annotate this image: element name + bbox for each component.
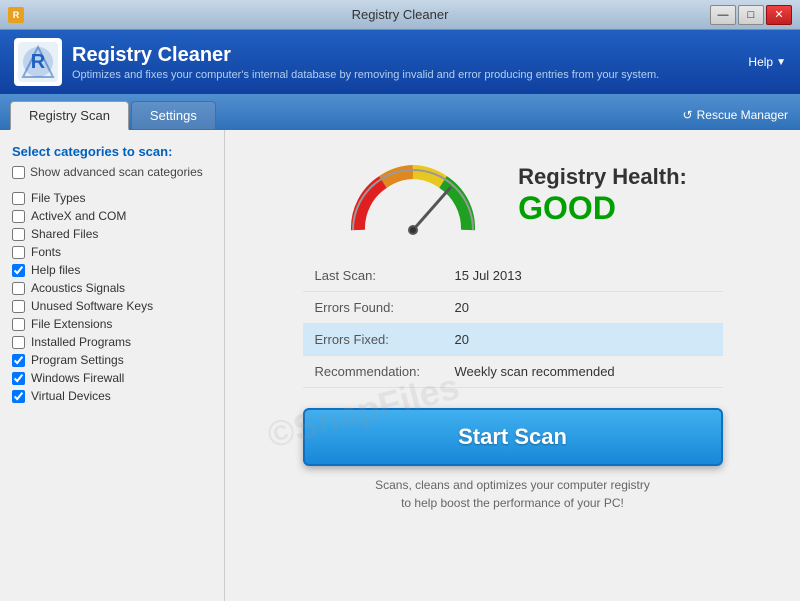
app-icon: R xyxy=(8,7,24,23)
category-item: Program Settings xyxy=(12,351,212,369)
tab-settings[interactable]: Settings xyxy=(131,101,216,130)
svg-text:R: R xyxy=(13,10,20,20)
category-checkbox-10[interactable] xyxy=(12,372,25,385)
category-checkbox-3[interactable] xyxy=(12,246,25,259)
right-panel: ©SnapFiles xyxy=(225,130,800,601)
category-label-11: Virtual Devices xyxy=(31,389,111,403)
panel-title: Select categories to scan: xyxy=(12,144,212,159)
app-header-left: R Registry Cleaner Optimizes and fixes y… xyxy=(14,38,659,86)
info-row-3: Recommendation:Weekly scan recommended xyxy=(303,356,723,388)
window-controls: — □ ✕ xyxy=(710,5,792,25)
category-item: Installed Programs xyxy=(12,333,212,351)
category-item: File Extensions xyxy=(12,315,212,333)
category-label-1: ActiveX and COM xyxy=(31,209,126,223)
show-advanced-label: Show advanced scan categories xyxy=(30,165,203,179)
info-row-0: Last Scan:15 Jul 2013 xyxy=(303,260,723,292)
category-checkbox-11[interactable] xyxy=(12,390,25,403)
left-panel: Select categories to scan: Show advanced… xyxy=(0,130,225,601)
category-label-2: Shared Files xyxy=(31,227,98,241)
gauge-section: Registry Health: GOOD xyxy=(245,150,780,240)
info-row-1: Errors Found:20 xyxy=(303,292,723,324)
category-item: ActiveX and COM xyxy=(12,207,212,225)
category-checkbox-5[interactable] xyxy=(12,282,25,295)
scan-btn-container: Start Scan Scans, cleans and optimizes y… xyxy=(303,408,723,512)
category-item: Fonts xyxy=(12,243,212,261)
category-item: Acoustics Signals xyxy=(12,279,212,297)
show-advanced-checkbox[interactable] xyxy=(12,166,25,179)
rescue-manager-label: Rescue Manager xyxy=(697,108,788,122)
category-list: File Types ActiveX and COM Shared Files Fon… xyxy=(12,189,212,405)
info-label-3: Recommendation: xyxy=(303,356,443,388)
minimize-button[interactable]: — xyxy=(710,5,736,25)
category-item: Windows Firewall xyxy=(12,369,212,387)
category-item: Virtual Devices xyxy=(12,387,212,405)
category-label-5: Acoustics Signals xyxy=(31,281,125,295)
health-label: Registry Health: xyxy=(518,164,687,190)
tab-bar: Registry Scan Settings ↺ Rescue Manager xyxy=(0,94,800,130)
rescue-manager-icon: ↺ xyxy=(683,108,693,122)
health-value: GOOD xyxy=(518,190,687,227)
info-value-3: Weekly scan recommended xyxy=(443,356,723,388)
category-label-8: Installed Programs xyxy=(31,335,131,349)
info-table: Last Scan:15 Jul 2013Errors Found:20Erro… xyxy=(303,260,723,388)
help-label: Help xyxy=(748,55,773,69)
close-button[interactable]: ✕ xyxy=(766,5,792,25)
info-label-0: Last Scan: xyxy=(303,260,443,292)
tab-registry-scan[interactable]: Registry Scan xyxy=(10,101,129,130)
category-label-9: Program Settings xyxy=(31,353,124,367)
info-row-2: Errors Fixed:20 xyxy=(303,324,723,356)
info-value-1: 20 xyxy=(443,292,723,324)
category-checkbox-6[interactable] xyxy=(12,300,25,313)
tab-list: Registry Scan Settings xyxy=(10,101,216,130)
help-button[interactable]: Help ▼ xyxy=(748,55,786,69)
health-section: Registry Health: GOOD xyxy=(518,164,687,227)
gauge-svg xyxy=(338,150,488,240)
svg-text:R: R xyxy=(31,51,46,73)
category-checkbox-8[interactable] xyxy=(12,336,25,349)
category-label-0: File Types xyxy=(31,191,85,205)
category-label-6: Unused Software Keys xyxy=(31,299,153,313)
scan-description: Scans, cleans and optimizes your compute… xyxy=(303,476,723,512)
category-label-3: Fonts xyxy=(31,245,61,259)
category-item: Unused Software Keys xyxy=(12,297,212,315)
title-bar-left: R xyxy=(8,7,24,23)
app-logo: R xyxy=(14,38,62,86)
start-scan-button[interactable]: Start Scan xyxy=(303,408,723,466)
category-checkbox-1[interactable] xyxy=(12,210,25,223)
info-label-1: Errors Found: xyxy=(303,292,443,324)
main-content: Select categories to scan: Show advanced… xyxy=(0,130,800,601)
app-header: R Registry Cleaner Optimizes and fixes y… xyxy=(0,30,800,94)
info-value-2: 20 xyxy=(443,324,723,356)
category-label-7: File Extensions xyxy=(31,317,112,331)
show-advanced-option: Show advanced scan categories xyxy=(12,165,212,179)
category-checkbox-0[interactable] xyxy=(12,192,25,205)
maximize-button[interactable]: □ xyxy=(738,5,764,25)
category-item: Help files xyxy=(12,261,212,279)
app-title: Registry Cleaner xyxy=(72,44,659,67)
category-label-4: Help files xyxy=(31,263,80,277)
category-checkbox-7[interactable] xyxy=(12,318,25,331)
info-label-2: Errors Fixed: xyxy=(303,324,443,356)
window-title: Registry Cleaner xyxy=(352,7,449,22)
category-checkbox-2[interactable] xyxy=(12,228,25,241)
app-subtitle: Optimizes and fixes your computer's inte… xyxy=(72,69,659,81)
category-item: Shared Files xyxy=(12,225,212,243)
title-bar: R Registry Cleaner — □ ✕ xyxy=(0,0,800,30)
category-label-10: Windows Firewall xyxy=(31,371,124,385)
gauge-container xyxy=(338,150,488,240)
category-checkbox-4[interactable] xyxy=(12,264,25,277)
help-arrow-icon: ▼ xyxy=(776,57,786,68)
category-checkbox-9[interactable] xyxy=(12,354,25,367)
rescue-manager-button[interactable]: ↺ Rescue Manager xyxy=(671,100,800,130)
category-item: File Types xyxy=(12,189,212,207)
info-value-0: 15 Jul 2013 xyxy=(443,260,723,292)
app-title-section: Registry Cleaner Optimizes and fixes you… xyxy=(72,44,659,81)
